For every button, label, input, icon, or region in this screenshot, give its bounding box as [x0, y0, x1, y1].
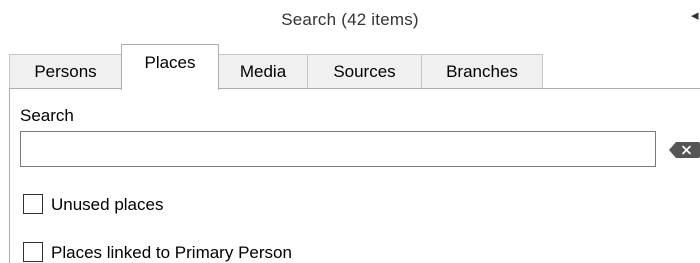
window-title: Search (42 items): [281, 10, 419, 29]
tab-persons[interactable]: Persons: [9, 54, 122, 88]
unused-places-checkbox[interactable]: [23, 194, 43, 214]
backspace-clear-icon: [669, 142, 700, 158]
tab-branches[interactable]: Branches: [421, 54, 543, 88]
places-panel: Search Unused places Places linked to Pr…: [9, 88, 700, 263]
tab-strip: Persons Places Media Sources Branches: [0, 44, 700, 90]
title-bar: Search (42 items) ◂: [0, 0, 700, 40]
tab-media[interactable]: Media: [218, 54, 308, 88]
tab-sources[interactable]: Sources: [307, 54, 422, 88]
unused-places-label: Unused places: [51, 195, 164, 214]
search-input[interactable]: [20, 131, 656, 167]
clear-search-button[interactable]: [668, 141, 700, 159]
search-label: Search: [20, 106, 74, 125]
primary-person-checkbox[interactable]: [23, 242, 43, 262]
collapse-arrow-icon[interactable]: ◂: [691, 8, 700, 24]
tab-places[interactable]: Places: [121, 44, 219, 90]
primary-person-label: Places linked to Primary Person: [51, 243, 292, 262]
